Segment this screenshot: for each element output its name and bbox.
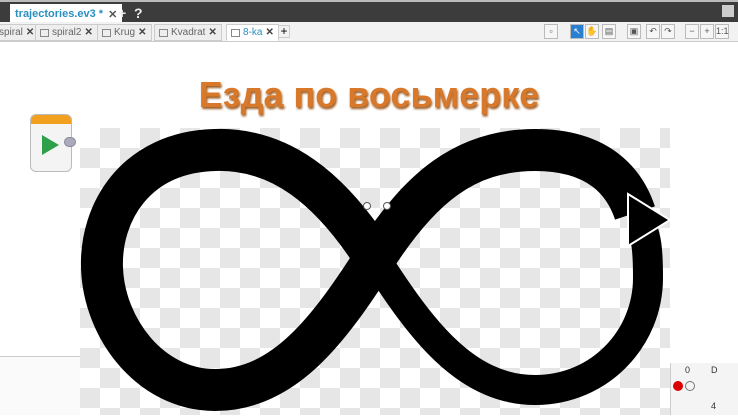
add-tab-button[interactable]: + <box>278 25 290 38</box>
undo-icon[interactable]: ↶ <box>646 24 660 39</box>
close-icon[interactable]: ✕ <box>108 8 117 21</box>
select-tool-icon[interactable]: ↖ <box>570 24 584 39</box>
tab-label: spiral2 <box>52 27 82 38</box>
record-icon[interactable] <box>673 381 683 391</box>
tab-label: 8-ka <box>243 27 263 38</box>
pan-tool-icon[interactable]: ✋ <box>585 24 599 39</box>
port-column-label: 0 <box>685 365 691 375</box>
sequence-port-icon[interactable] <box>64 137 76 147</box>
port-column-label: D <box>711 365 718 375</box>
tab-spiral2[interactable]: spiral2 ✕ <box>35 24 98 41</box>
tab-label: Krug <box>114 27 136 38</box>
close-icon[interactable]: ✕ <box>138 27 146 38</box>
redo-icon[interactable]: ↷ <box>661 24 675 39</box>
program-icon <box>102 28 111 37</box>
tab-label: spiral <box>0 27 23 38</box>
zoom-reset-icon[interactable]: 1:1 <box>715 24 729 39</box>
play-icon[interactable] <box>42 135 59 155</box>
close-icon[interactable]: ✕ <box>265 27 273 38</box>
zoom-in-icon[interactable]: + <box>700 24 714 39</box>
project-tab-label: trajectories.ev3 * <box>15 8 104 20</box>
program-icon <box>159 28 168 37</box>
close-icon[interactable]: ✕ <box>26 27 34 38</box>
window-icon[interactable] <box>722 5 734 17</box>
tab-spiral[interactable]: spiral ✕ <box>0 24 40 41</box>
start-block-header <box>31 115 71 124</box>
project-bar: trajectories.ev3 * ✕ + ? <box>0 0 738 24</box>
comment-tool-icon[interactable]: ▫ <box>544 24 558 39</box>
add-project-button[interactable]: + <box>118 5 126 21</box>
tab-krug[interactable]: Krug ✕ <box>97 24 152 41</box>
tab-kvadrat[interactable]: Kvadrat ✕ <box>154 24 222 41</box>
sensor-icon <box>685 381 695 391</box>
tab-8-ka[interactable]: 8-ka ✕ <box>226 24 279 41</box>
port-value: 4 <box>711 401 717 411</box>
port-view-panel: 0 D 4 <box>670 363 738 415</box>
help-button[interactable]: ? <box>134 5 143 21</box>
close-icon[interactable]: ✕ <box>208 27 216 38</box>
zoom-out-icon[interactable]: − <box>685 24 699 39</box>
page-title: Езда по восьмерке <box>198 74 540 115</box>
save-icon[interactable]: ▣ <box>627 24 641 39</box>
close-icon[interactable]: ✕ <box>84 27 92 38</box>
content-editor-icon[interactable]: ▤ <box>602 24 616 39</box>
program-icon <box>231 28 240 37</box>
project-tab[interactable]: trajectories.ev3 * ✕ <box>10 4 123 24</box>
figure-eight-image <box>80 128 672 415</box>
infinity-path-icon <box>80 128 672 412</box>
bottom-left-panel <box>0 356 80 415</box>
tab-label: Kvadrat <box>171 27 206 38</box>
program-icon <box>40 28 49 37</box>
